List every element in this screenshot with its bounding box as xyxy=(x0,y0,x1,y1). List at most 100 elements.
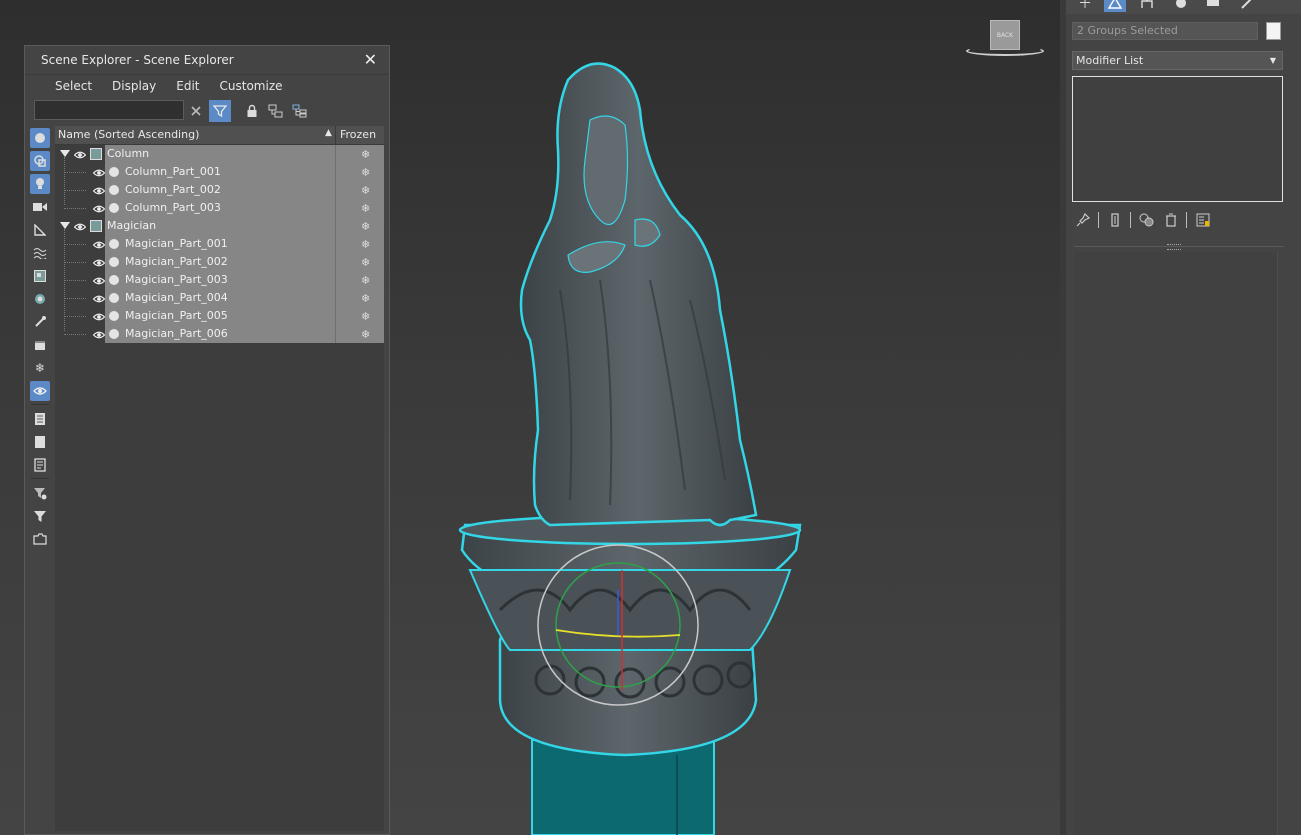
frozen-column-header[interactable]: Frozen xyxy=(335,126,385,144)
scene-explorer-titlebar[interactable]: Scene Explorer - Scene Explorer ✕ xyxy=(25,46,389,75)
tree-object-row[interactable]: Magician_Part_002 ❄ xyxy=(55,253,384,271)
menu-edit[interactable]: Edit xyxy=(166,75,209,97)
display-tab-icon[interactable] xyxy=(1202,0,1224,12)
close-icon[interactable]: ✕ xyxy=(364,46,377,74)
xrefs-filter-icon[interactable] xyxy=(30,289,50,309)
scene-explorer-menubar: Select Display Edit Customize xyxy=(25,75,389,97)
frozen-icon[interactable]: ❄ xyxy=(361,220,370,233)
geometry-filter-icon[interactable] xyxy=(30,128,50,148)
tree-object-label: Column_Part_002 xyxy=(125,183,221,196)
modifier-list-dropdown[interactable]: Modifier List ▼ xyxy=(1072,51,1283,70)
visibility-eye-icon[interactable] xyxy=(92,311,106,321)
motion-tab-icon[interactable] xyxy=(1170,0,1192,12)
object-color-swatch[interactable] xyxy=(1266,22,1281,40)
name-column-header[interactable]: Name (Sorted Ascending) xyxy=(58,128,199,141)
visibility-eye-icon[interactable] xyxy=(92,185,106,195)
tree-object-row[interactable]: Magician_Part_003 ❄ xyxy=(55,271,384,289)
utilities-tab-icon[interactable] xyxy=(1236,0,1258,12)
hierarchy-tab-icon[interactable] xyxy=(1136,0,1158,12)
visibility-eye-icon[interactable] xyxy=(92,329,106,339)
cameras-filter-icon[interactable] xyxy=(30,197,50,217)
modify-tab-icon[interactable] xyxy=(1104,0,1126,12)
groups-filter-icon[interactable] xyxy=(30,266,50,286)
make-unique-icon[interactable] xyxy=(1138,210,1156,230)
frozen-icon[interactable]: ❄ xyxy=(361,166,370,179)
tree-object-row[interactable]: Column_Part_001 ❄ xyxy=(55,163,384,181)
sort-ascending-icon[interactable]: ▲ xyxy=(325,128,332,138)
tree-object-row[interactable]: Column_Part_002 ❄ xyxy=(55,181,384,199)
object-icon xyxy=(109,329,119,339)
filter-toggle-icon[interactable] xyxy=(209,100,231,122)
clear-search-icon[interactable] xyxy=(185,100,207,122)
viewcube-ring[interactable] xyxy=(966,46,1044,56)
frozen-icon[interactable]: ❄ xyxy=(361,202,370,215)
menu-customize[interactable]: Customize xyxy=(210,75,293,97)
frozen-icon[interactable]: ❄ xyxy=(361,238,370,251)
expand-arrow-icon[interactable] xyxy=(60,150,70,157)
menu-select[interactable]: Select xyxy=(45,75,102,97)
rollout-grip[interactable] xyxy=(1167,244,1181,250)
tree-object-row[interactable]: Column_Part_003 ❄ xyxy=(55,199,384,217)
display-filter-strip: ❄ xyxy=(28,126,52,831)
viewcube[interactable]: BACK xyxy=(966,18,1046,58)
hierarchy-icon[interactable] xyxy=(265,100,287,122)
layer-explorer-icon[interactable] xyxy=(30,529,50,549)
group-icon xyxy=(90,220,102,232)
filter-settings-icon[interactable] xyxy=(30,483,50,503)
frozen-icon[interactable]: ❄ xyxy=(361,310,370,323)
visibility-eye-icon[interactable] xyxy=(92,167,106,177)
invert-display-icon[interactable] xyxy=(30,455,50,475)
remove-modifier-icon[interactable] xyxy=(1162,210,1180,230)
menu-display[interactable]: Display xyxy=(102,75,166,97)
search-input[interactable] xyxy=(34,100,184,120)
tree-object-row[interactable]: Magician_Part_001 ❄ xyxy=(55,235,384,253)
filter-icon[interactable] xyxy=(30,506,50,526)
show-end-result-icon[interactable] xyxy=(1106,210,1124,230)
bones-filter-icon[interactable] xyxy=(30,312,50,332)
tree-object-label: Magician_Part_006 xyxy=(125,327,228,340)
frozen-icon[interactable]: ❄ xyxy=(361,328,370,341)
statue-model[interactable] xyxy=(440,50,820,835)
configure-modifier-sets-icon[interactable] xyxy=(1194,210,1212,230)
tree-object-row[interactable]: Magician_Part_005 ❄ xyxy=(55,307,384,325)
visibility-eye-icon[interactable] xyxy=(92,293,106,303)
display-all-icon[interactable] xyxy=(30,409,50,429)
frozen-icon[interactable]: ❄ xyxy=(361,274,370,287)
visibility-eye-icon[interactable] xyxy=(92,275,106,285)
frozen-icon[interactable]: ❄ xyxy=(361,292,370,305)
visibility-eye-icon[interactable] xyxy=(92,257,106,267)
object-icon xyxy=(109,311,119,321)
object-name-field[interactable]: 2 Groups Selected xyxy=(1072,22,1258,40)
visibility-eye-icon[interactable] xyxy=(92,239,106,249)
object-icon xyxy=(109,257,119,267)
tree-object-row[interactable]: Magician_Part_006 ❄ xyxy=(55,325,384,343)
stack-toolbar xyxy=(1074,210,1284,232)
shapes-filter-icon[interactable] xyxy=(30,151,50,171)
spacewarps-filter-icon[interactable] xyxy=(30,243,50,263)
lights-filter-icon[interactable] xyxy=(30,174,50,194)
create-tab-icon[interactable]: ＋ xyxy=(1074,0,1096,12)
helpers-filter-icon[interactable] xyxy=(30,220,50,240)
visibility-eye-icon[interactable] xyxy=(92,203,106,213)
visibility-eye-icon[interactable] xyxy=(73,221,87,231)
display-none-icon[interactable] xyxy=(30,432,50,452)
group-icon xyxy=(90,148,102,160)
frozen-icon[interactable]: ❄ xyxy=(361,256,370,269)
modifier-stack[interactable] xyxy=(1072,76,1283,202)
frozen-icon[interactable]: ❄ xyxy=(361,184,370,197)
lock-icon[interactable] xyxy=(241,100,263,122)
visibility-eye-icon[interactable] xyxy=(73,149,87,159)
pin-stack-icon[interactable] xyxy=(1074,210,1092,230)
layer-hierarchy-icon[interactable] xyxy=(289,100,311,122)
scene-tree[interactable]: Name (Sorted Ascending) ▲ Frozen Column ❄… xyxy=(55,126,384,831)
containers-filter-icon[interactable] xyxy=(30,335,50,355)
tree-object-row[interactable]: Magician_Part_004 ❄ xyxy=(55,289,384,307)
expand-arrow-icon[interactable] xyxy=(60,222,70,229)
hidden-filter-icon[interactable] xyxy=(30,381,50,401)
frozen-icon[interactable]: ❄ xyxy=(361,148,370,161)
tree-group-row[interactable]: Column ❄ xyxy=(55,145,384,163)
tree-group-row[interactable]: Magician ❄ xyxy=(55,217,384,235)
frozen-filter-icon[interactable]: ❄ xyxy=(30,358,50,378)
tree-group-label: Column xyxy=(107,147,150,160)
tree-object-label: Column_Part_003 xyxy=(125,201,221,214)
